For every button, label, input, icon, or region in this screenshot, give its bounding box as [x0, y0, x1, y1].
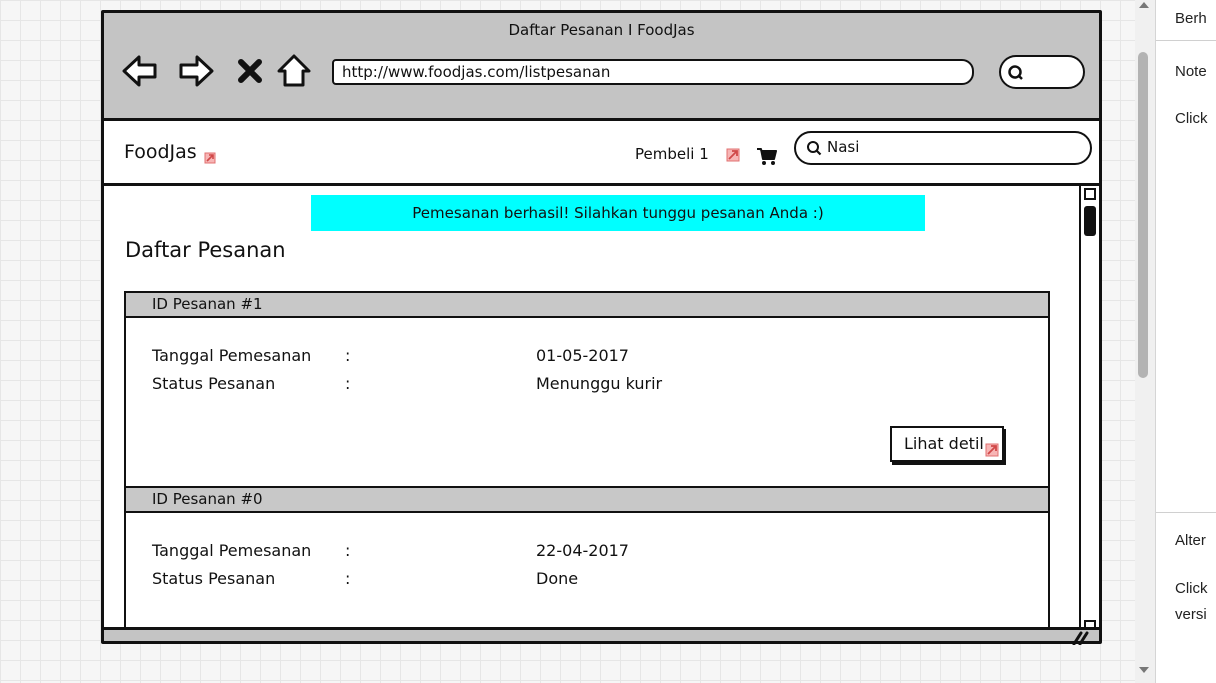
address-bar[interactable]: http://www.foodjas.com/listpesanan	[332, 59, 974, 85]
order-card: ID Pesanan #0 Tanggal Pemesanan : 22-04-…	[124, 486, 1050, 634]
browser-statusbar	[104, 627, 1099, 645]
logo-text: FoodJas	[124, 141, 197, 163]
order-status-label: Status Pesanan	[152, 569, 276, 588]
scroll-thumb[interactable]	[1084, 206, 1096, 236]
site-logo[interactable]: FoodJas	[124, 141, 197, 163]
order-header: ID Pesanan #1	[124, 291, 1050, 318]
search-icon	[807, 141, 822, 156]
user-account-link[interactable]: Pembeli 1	[635, 145, 709, 163]
view-detail-label: Lihat detil	[904, 434, 984, 453]
alternates-hint-cont: versi	[1175, 606, 1207, 623]
order-card: ID Pesanan #1 Tanggal Pemesanan : 01-05-…	[124, 291, 1050, 486]
order-date-label: Tanggal Pemesanan	[152, 346, 312, 365]
order-header: ID Pesanan #0	[124, 486, 1050, 513]
forward-arrow-icon[interactable]	[178, 53, 214, 89]
order-status-value: Done	[536, 569, 579, 588]
search-query-text: Nasi	[827, 138, 860, 156]
browser-search-field[interactable]	[999, 55, 1085, 89]
page-title: Daftar Pesanan	[125, 238, 286, 262]
scroll-down-arrow-icon[interactable]	[1139, 667, 1149, 673]
search-icon	[1008, 65, 1023, 80]
notes-label: Note	[1175, 63, 1207, 80]
colon-separator: :	[345, 374, 351, 393]
order-status-value: Menunggu kurir	[536, 374, 663, 393]
scroll-thumb[interactable]	[1138, 52, 1148, 378]
content-scrollbar[interactable]	[1079, 186, 1099, 634]
mockup-canvas: Daftar Pesanan I FoodJas http://www.food…	[0, 0, 1135, 683]
back-arrow-icon[interactable]	[122, 53, 158, 89]
alternates-label: Alter	[1175, 532, 1206, 549]
colon-separator: :	[345, 346, 351, 365]
colon-separator: :	[345, 541, 351, 560]
home-icon[interactable]	[276, 53, 312, 89]
site-header: FoodJas Pembeli 1 Nasi	[104, 121, 1099, 186]
link-icon	[204, 152, 216, 164]
panel-heading: Berh	[1175, 10, 1207, 27]
alternates-hint[interactable]: Click	[1175, 580, 1208, 597]
divider	[1156, 40, 1216, 41]
cart-icon[interactable]	[756, 146, 778, 166]
link-icon	[985, 443, 999, 457]
properties-panel: Berh Note Click Alter Click versi	[1155, 0, 1216, 683]
main-content: Pemesanan berhasil! Silahkan tunggu pesa…	[104, 186, 1079, 634]
browser-window: Daftar Pesanan I FoodJas http://www.food…	[101, 10, 1102, 645]
editor-scrollbar[interactable]	[1135, 0, 1155, 683]
link-icon	[726, 148, 740, 162]
notes-hint[interactable]: Click	[1175, 110, 1208, 127]
order-date-value: 22-04-2017	[536, 541, 629, 560]
order-date-value: 01-05-2017	[536, 346, 629, 365]
order-body: Tanggal Pemesanan : 22-04-2017 Status Pe…	[124, 513, 1050, 634]
window-title: Daftar Pesanan I FoodJas	[508, 21, 695, 39]
order-body: Tanggal Pemesanan : 01-05-2017 Status Pe…	[124, 318, 1050, 486]
browser-titlebar: Daftar Pesanan I FoodJas http://www.food…	[104, 13, 1099, 121]
scroll-up-button[interactable]	[1084, 188, 1096, 200]
scroll-up-arrow-icon[interactable]	[1139, 2, 1149, 8]
site-search-input[interactable]: Nasi	[794, 131, 1092, 165]
order-date-label: Tanggal Pemesanan	[152, 541, 312, 560]
view-detail-button[interactable]: Lihat detil	[890, 426, 1004, 462]
colon-separator: :	[345, 569, 351, 588]
success-banner: Pemesanan berhasil! Silahkan tunggu pesa…	[311, 195, 925, 231]
resize-grip-icon[interactable]	[1071, 631, 1089, 645]
close-icon[interactable]	[232, 53, 268, 89]
divider	[1156, 512, 1216, 513]
order-status-label: Status Pesanan	[152, 374, 276, 393]
